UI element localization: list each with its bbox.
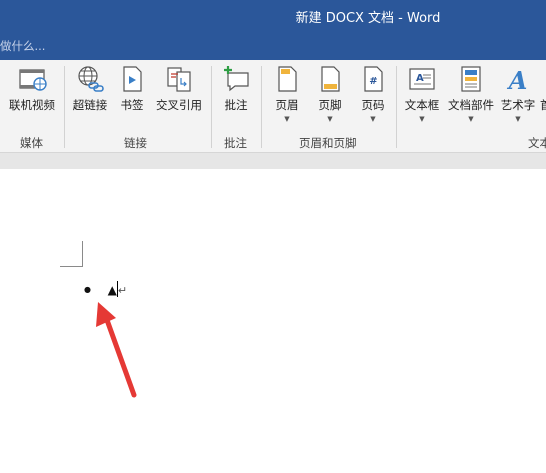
annotation-arrow bbox=[96, 302, 137, 398]
